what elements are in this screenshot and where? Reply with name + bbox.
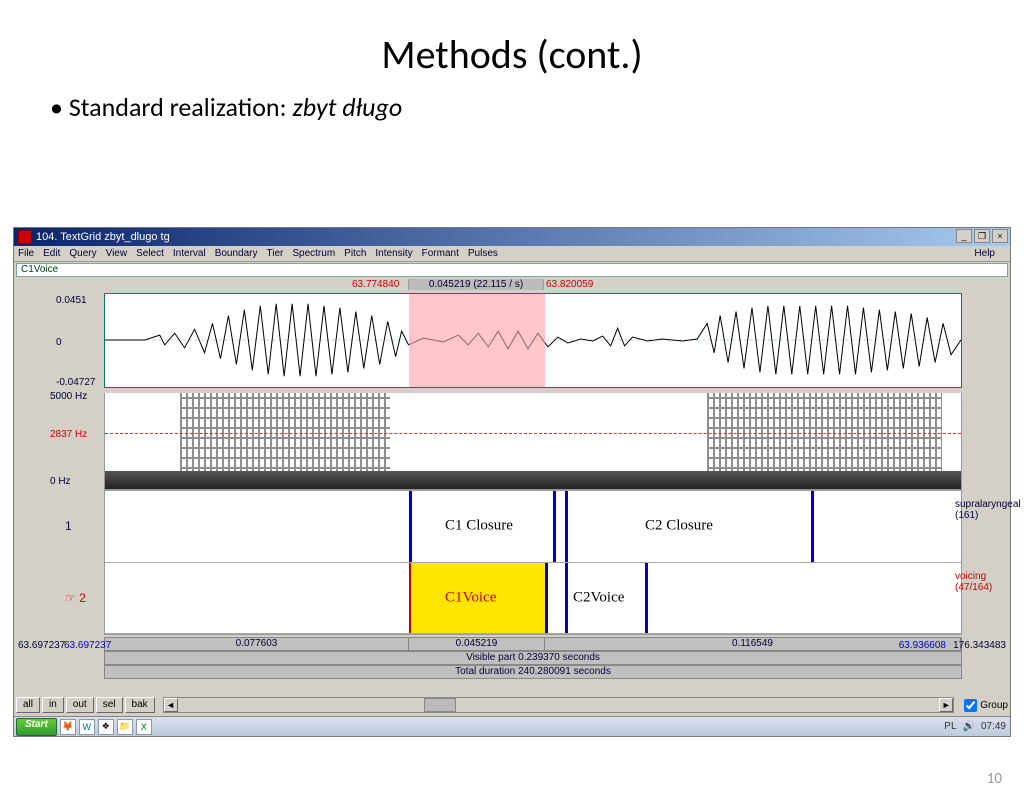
menubar[interactable]: File Edit Query View Select Interval Bou… [14, 246, 1010, 262]
spec-bot-hz: 0 Hz [50, 476, 71, 487]
windows-taskbar[interactable]: Start 🦊 W ❖ 📁 X PL 🔊 07:49 [14, 716, 1010, 736]
wave-ymax: 0.0451 [56, 295, 87, 306]
menu-intensity[interactable]: Intensity [375, 248, 412, 259]
tier-1[interactable]: 1 supralaryngeal (161) C1 Closure C2 Clo… [105, 491, 961, 563]
textgrid-tiers[interactable]: 1 supralaryngeal (161) C1 Closure C2 Clo… [104, 490, 962, 635]
menu-view[interactable]: View [106, 248, 128, 259]
slide-title: Methods (cont.) [0, 30, 1024, 79]
taskbar-icon[interactable]: 🦊 [60, 719, 76, 735]
scroll-left-button[interactable]: ◄ [164, 698, 178, 712]
tier-1-number: 1 [65, 519, 72, 533]
interval-c2closure[interactable]: C2 Closure [645, 518, 713, 535]
slide-bullet: • Standard realization: zbyt długo [50, 91, 1024, 123]
boundary[interactable] [545, 563, 548, 634]
waveform-panel[interactable] [104, 293, 962, 388]
sel-end-time: 63.820059 [546, 279, 593, 290]
tier-2[interactable]: ☞ 2 voicing (47/164) C1Voice C2Voice [105, 563, 961, 635]
taskbar-icon[interactable]: ❖ [98, 719, 114, 735]
seg-dur-2[interactable]: 0.045219 [409, 638, 545, 650]
tier-2-name: voicing (47/164) [955, 571, 1011, 593]
bullet-italic: zbyt długo [292, 91, 402, 123]
seg-dur-1[interactable]: 0.077603 [105, 638, 409, 650]
time-ruler: 63.774840 0.045219 (22.115 / s) 63.82005… [104, 279, 962, 293]
win-end-outer: 176.343483 [953, 640, 1006, 651]
segment-durations-bar[interactable]: 0.077603 0.045219 0.116549 [104, 637, 962, 651]
wave-ymin: -0.04727 [56, 377, 95, 388]
visible-bar[interactable]: Visible part 0.239370 seconds [104, 651, 962, 665]
group-label: Group [980, 700, 1008, 711]
total-text: Total duration 240.280091 seconds [105, 666, 961, 678]
tier-2-number: ☞ 2 [65, 591, 86, 605]
spec-cursor-hz: 2837 Hz [50, 429, 87, 440]
menu-spectrum[interactable]: Spectrum [292, 248, 335, 259]
menu-edit[interactable]: Edit [43, 248, 60, 259]
start-button[interactable]: Start [16, 718, 57, 736]
menu-pulses[interactable]: Pulses [468, 248, 498, 259]
boundary[interactable] [553, 491, 556, 562]
taskbar-icon[interactable]: W [79, 719, 95, 735]
minimize-button[interactable]: _ [956, 229, 972, 243]
app-icon [18, 230, 32, 244]
taskbar-icon[interactable]: X [136, 719, 152, 735]
spec-lowband [105, 471, 961, 489]
menu-boundary[interactable]: Boundary [215, 248, 258, 259]
interval-c1voice[interactable]: C1Voice [445, 589, 496, 606]
sel-duration[interactable]: 0.045219 (22.115 / s) [408, 279, 544, 290]
zoom-button-bar: all in out sel bak ◄ ► Group [16, 696, 1008, 714]
win-end-inner: 63.936608 [899, 640, 946, 651]
zoom-in-button[interactable]: in [42, 697, 64, 713]
win-start-inner: 63.697237 [64, 640, 111, 651]
zoom-bak-button[interactable]: bak [125, 697, 155, 713]
lang-indicator[interactable]: PL [944, 721, 956, 732]
boundary[interactable] [565, 563, 568, 634]
zoom-all-button[interactable]: all [16, 697, 40, 713]
bullet-text: Standard realization: [69, 91, 293, 123]
system-tray[interactable]: PL 🔊 07:49 [938, 721, 1010, 732]
boundary[interactable] [409, 491, 412, 562]
tray-icon[interactable]: 🔊 [963, 721, 975, 732]
slide-number: 10 [987, 770, 1002, 788]
menu-pitch[interactable]: Pitch [344, 248, 366, 259]
h-scrollbar[interactable]: ◄ ► [163, 697, 955, 713]
wave-yzero: 0 [56, 337, 62, 348]
interval-c1closure[interactable]: C1 Closure [445, 518, 513, 535]
maximize-button[interactable]: ❐ [974, 229, 990, 243]
zoom-sel-button[interactable]: sel [96, 697, 123, 713]
total-bar[interactable]: Total duration 240.280091 seconds [104, 665, 962, 679]
close-button[interactable]: × [992, 229, 1008, 243]
scroll-thumb[interactable] [424, 698, 456, 712]
boundary[interactable] [565, 491, 568, 562]
tier-1-name: supralaryngeal (161) [955, 499, 1011, 521]
praat-window: 104. TextGrid zbyt_dlugo tg _ ❐ × File E… [13, 227, 1011, 737]
taskbar-icon[interactable]: 📁 [117, 719, 133, 735]
clock[interactable]: 07:49 [981, 721, 1006, 732]
group-toggle[interactable]: Group [964, 699, 1008, 712]
menu-help[interactable]: Help [974, 248, 995, 259]
spec-cursor-line [105, 433, 961, 434]
group-checkbox[interactable] [964, 699, 977, 712]
sel-start-time: 63.774840 [352, 279, 399, 290]
zoom-out-button[interactable]: out [66, 697, 94, 713]
boundary[interactable] [645, 563, 648, 634]
menu-tier[interactable]: Tier [267, 248, 284, 259]
spec-top-hz: 5000 Hz [50, 391, 87, 402]
menu-formant[interactable]: Formant [422, 248, 459, 259]
interval-c2voice[interactable]: C2Voice [573, 589, 624, 606]
scroll-right-button[interactable]: ► [939, 698, 953, 712]
menu-select[interactable]: Select [136, 248, 164, 259]
menu-interval[interactable]: Interval [173, 248, 206, 259]
window-title: 104. TextGrid zbyt_dlugo tg [36, 231, 170, 243]
titlebar[interactable]: 104. TextGrid zbyt_dlugo tg _ ❐ × [14, 228, 1010, 246]
waveform-selection [409, 294, 545, 387]
spectrogram-panel[interactable] [104, 393, 962, 490]
visible-text: Visible part 0.239370 seconds [105, 652, 961, 664]
menu-query[interactable]: Query [69, 248, 96, 259]
menu-file[interactable]: File [18, 248, 34, 259]
editor-area: 63.774840 0.045219 (22.115 / s) 63.82005… [16, 279, 1008, 679]
win-start-outer: 63.697237 [18, 640, 65, 651]
boundary[interactable] [811, 491, 814, 562]
selected-interval-label: C1Voice [16, 263, 1008, 277]
